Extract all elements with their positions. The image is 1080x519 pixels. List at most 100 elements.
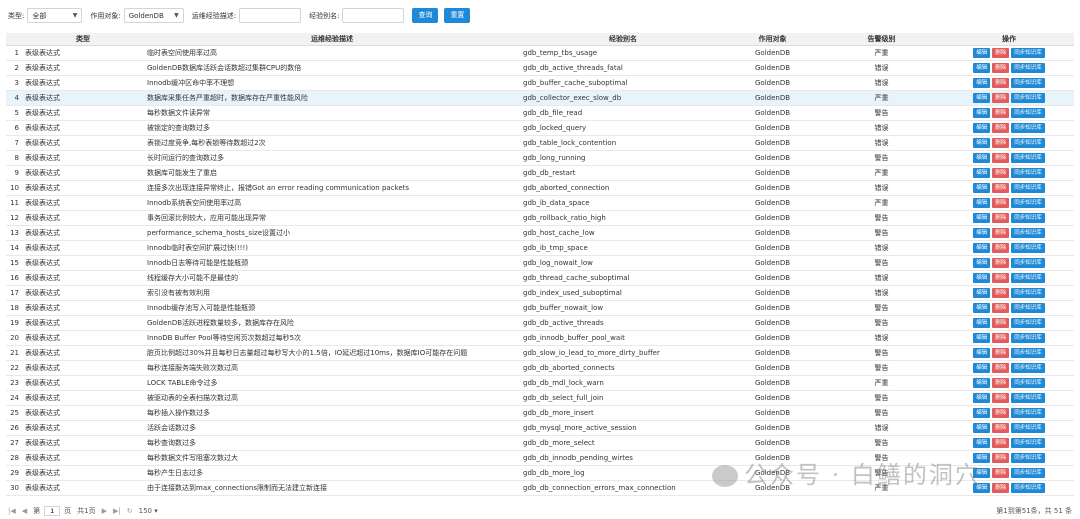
delete-button[interactable]: 删除: [992, 258, 1010, 268]
edit-button[interactable]: 编辑: [973, 318, 991, 328]
edit-button[interactable]: 编辑: [973, 78, 991, 88]
sync-knowledge-button[interactable]: 同步知识库: [1011, 303, 1045, 313]
sync-knowledge-button[interactable]: 同步知识库: [1011, 363, 1045, 373]
sync-knowledge-button[interactable]: 同步知识库: [1011, 483, 1045, 493]
edit-button[interactable]: 编辑: [973, 48, 991, 58]
delete-button[interactable]: 删除: [992, 438, 1010, 448]
table-row[interactable]: 19 表级表达式 GoldenDB活跃进程数量较多，数据库存在风险 gdb_db_ac…: [6, 315, 1074, 331]
sync-knowledge-button[interactable]: 同步知识库: [1011, 453, 1045, 463]
sync-knowledge-button[interactable]: 同步知识库: [1011, 153, 1045, 163]
sync-knowledge-button[interactable]: 同步知识库: [1011, 138, 1045, 148]
sync-knowledge-button[interactable]: 同步知识库: [1011, 48, 1045, 58]
edit-button[interactable]: 编辑: [973, 123, 991, 133]
edit-button[interactable]: 编辑: [973, 438, 991, 448]
edit-button[interactable]: 编辑: [973, 153, 991, 163]
edit-button[interactable]: 编辑: [973, 228, 991, 238]
sync-knowledge-button[interactable]: 同步知识库: [1011, 243, 1045, 253]
delete-button[interactable]: 删除: [992, 393, 1010, 403]
edit-button[interactable]: 编辑: [973, 348, 991, 358]
edit-button[interactable]: 编辑: [973, 378, 991, 388]
desc-filter-input[interactable]: [239, 8, 302, 23]
table-row[interactable]: 14 表级表达式 Innodb临时表空间扩展过快(!!!) gdb_ib_tmp_sp…: [6, 240, 1074, 256]
sync-knowledge-button[interactable]: 同步知识库: [1011, 333, 1045, 343]
edit-button[interactable]: 编辑: [973, 198, 991, 208]
query-button[interactable]: 查询: [412, 8, 439, 23]
delete-button[interactable]: 删除: [992, 78, 1010, 88]
delete-button[interactable]: 删除: [992, 378, 1010, 388]
delete-button[interactable]: 删除: [992, 183, 1010, 193]
sync-knowledge-button[interactable]: 同步知识库: [1011, 378, 1045, 388]
delete-button[interactable]: 删除: [992, 108, 1010, 118]
sync-knowledge-button[interactable]: 同步知识库: [1011, 228, 1045, 238]
table-row[interactable]: 12 表级表达式 事务回滚比例较大，应用可能出现异常 gdb_rollback_rat…: [6, 210, 1074, 226]
sync-knowledge-button[interactable]: 同步知识库: [1011, 423, 1045, 433]
table-row[interactable]: 25 表级表达式 每秒插入操作数过多 gdb_db_more_insert Golden…: [6, 405, 1074, 421]
edit-button[interactable]: 编辑: [973, 108, 991, 118]
sync-knowledge-button[interactable]: 同步知识库: [1011, 273, 1045, 283]
sync-knowledge-button[interactable]: 同步知识库: [1011, 393, 1045, 403]
table-row[interactable]: 15 表级表达式 Innodb日志等待可能是性能瓶颈 gdb_log_nowait_l…: [6, 255, 1074, 271]
next-page-icon[interactable]: ▶: [102, 507, 107, 515]
edit-button[interactable]: 编辑: [973, 258, 991, 268]
edit-button[interactable]: 编辑: [973, 213, 991, 223]
table-row[interactable]: 9 表级表达式 数据库可能发生了重启 gdb_db_restart GoldenDB 严重…: [6, 165, 1074, 181]
alias-filter-input[interactable]: [342, 8, 405, 23]
sync-knowledge-button[interactable]: 同步知识库: [1011, 468, 1045, 478]
delete-button[interactable]: 删除: [992, 423, 1010, 433]
edit-button[interactable]: 编辑: [973, 408, 991, 418]
sync-knowledge-button[interactable]: 同步知识库: [1011, 198, 1045, 208]
sync-knowledge-button[interactable]: 同步知识库: [1011, 408, 1045, 418]
sync-knowledge-button[interactable]: 同步知识库: [1011, 168, 1045, 178]
delete-button[interactable]: 删除: [992, 318, 1010, 328]
table-row[interactable]: 26 表级表达式 活跃会话数过多 gdb_mysql_more_active_sess…: [6, 420, 1074, 436]
reset-button[interactable]: 重置: [444, 8, 471, 23]
table-row[interactable]: 5 表级表达式 每秒数据文件读异常 gdb_db_file_read GoldenDB 警…: [6, 105, 1074, 121]
delete-button[interactable]: 删除: [992, 468, 1010, 478]
edit-button[interactable]: 编辑: [973, 303, 991, 313]
table-row[interactable]: 16 表级表达式 线程缓存大小可能不是最佳的 gdb_thread_cache_sub…: [6, 270, 1074, 286]
delete-button[interactable]: 删除: [992, 213, 1010, 223]
table-row[interactable]: 7 表级表达式 表锁过度竞争,每秒表锁等待数超过2次 gdb_table_lock_c…: [6, 135, 1074, 151]
delete-button[interactable]: 删除: [992, 243, 1010, 253]
delete-button[interactable]: 删除: [992, 63, 1010, 73]
edit-button[interactable]: 编辑: [973, 393, 991, 403]
table-row[interactable]: 18 表级表达式 Innodb缓存池写入可能是性能瓶颈 gdb_buffer_nowa…: [6, 300, 1074, 316]
edit-button[interactable]: 编辑: [973, 183, 991, 193]
delete-button[interactable]: 删除: [992, 288, 1010, 298]
table-row[interactable]: 22 表级表达式 每秒连接服务端失败次数过高 gdb_db_aborted_conne…: [6, 360, 1074, 376]
delete-button[interactable]: 删除: [992, 228, 1010, 238]
table-row[interactable]: 8 表级表达式 长时间运行的查询数过多 gdb_long_running GoldenD…: [6, 150, 1074, 166]
table-row[interactable]: 20 表级表达式 InnoDB Buffer Pool等待空闲页次数超过每秒5次 gd…: [6, 330, 1074, 346]
delete-button[interactable]: 删除: [992, 483, 1010, 493]
table-row[interactable]: 23 表级表达式 LOCK TABLE命令过多 gdb_db_mdl_lock_war…: [6, 375, 1074, 391]
table-row[interactable]: 10 表级表达式 连接多次出现连接异常终止，报错Got an error readi…: [6, 180, 1074, 196]
last-page-icon[interactable]: ▶|: [113, 507, 121, 515]
sync-knowledge-button[interactable]: 同步知识库: [1011, 78, 1045, 88]
table-row[interactable]: 17 表级表达式 索引没有被有效利用 gdb_index_used_suboptima…: [6, 285, 1074, 301]
delete-button[interactable]: 删除: [992, 303, 1010, 313]
sync-knowledge-button[interactable]: 同步知识库: [1011, 123, 1045, 133]
edit-button[interactable]: 编辑: [973, 243, 991, 253]
sync-knowledge-button[interactable]: 同步知识库: [1011, 318, 1045, 328]
edit-button[interactable]: 编辑: [973, 423, 991, 433]
sync-knowledge-button[interactable]: 同步知识库: [1011, 288, 1045, 298]
refresh-icon[interactable]: ↻: [127, 507, 133, 515]
target-filter-select[interactable]: GoldenDB ▼: [123, 8, 184, 23]
table-row[interactable]: 13 表级表达式 performance_schema_hosts_size设置过小…: [6, 225, 1074, 241]
type-filter-select[interactable]: 全部 ▼: [27, 8, 83, 23]
edit-button[interactable]: 编辑: [973, 63, 991, 73]
edit-button[interactable]: 编辑: [973, 138, 991, 148]
delete-button[interactable]: 删除: [992, 48, 1010, 58]
table-row[interactable]: 3 表级表达式 Innodb缓冲区命中率不理想 gdb_buffer_cache_su…: [6, 75, 1074, 91]
delete-button[interactable]: 删除: [992, 363, 1010, 373]
first-page-icon[interactable]: |◀: [8, 507, 16, 515]
delete-button[interactable]: 删除: [992, 153, 1010, 163]
sync-knowledge-button[interactable]: 同步知识库: [1011, 348, 1045, 358]
delete-button[interactable]: 删除: [992, 348, 1010, 358]
sync-knowledge-button[interactable]: 同步知识库: [1011, 258, 1045, 268]
sync-knowledge-button[interactable]: 同步知识库: [1011, 183, 1045, 193]
delete-button[interactable]: 删除: [992, 273, 1010, 283]
table-row[interactable]: 6 表级表达式 被锁定的查询数过多 gdb_locked_query GoldenDB 错…: [6, 120, 1074, 136]
prev-page-icon[interactable]: ◀: [22, 507, 27, 515]
table-row[interactable]: 2 表级表达式 GoldenDB数据库活跃会话数超过集群CPU的数倍 gdb_db_a…: [6, 60, 1074, 76]
